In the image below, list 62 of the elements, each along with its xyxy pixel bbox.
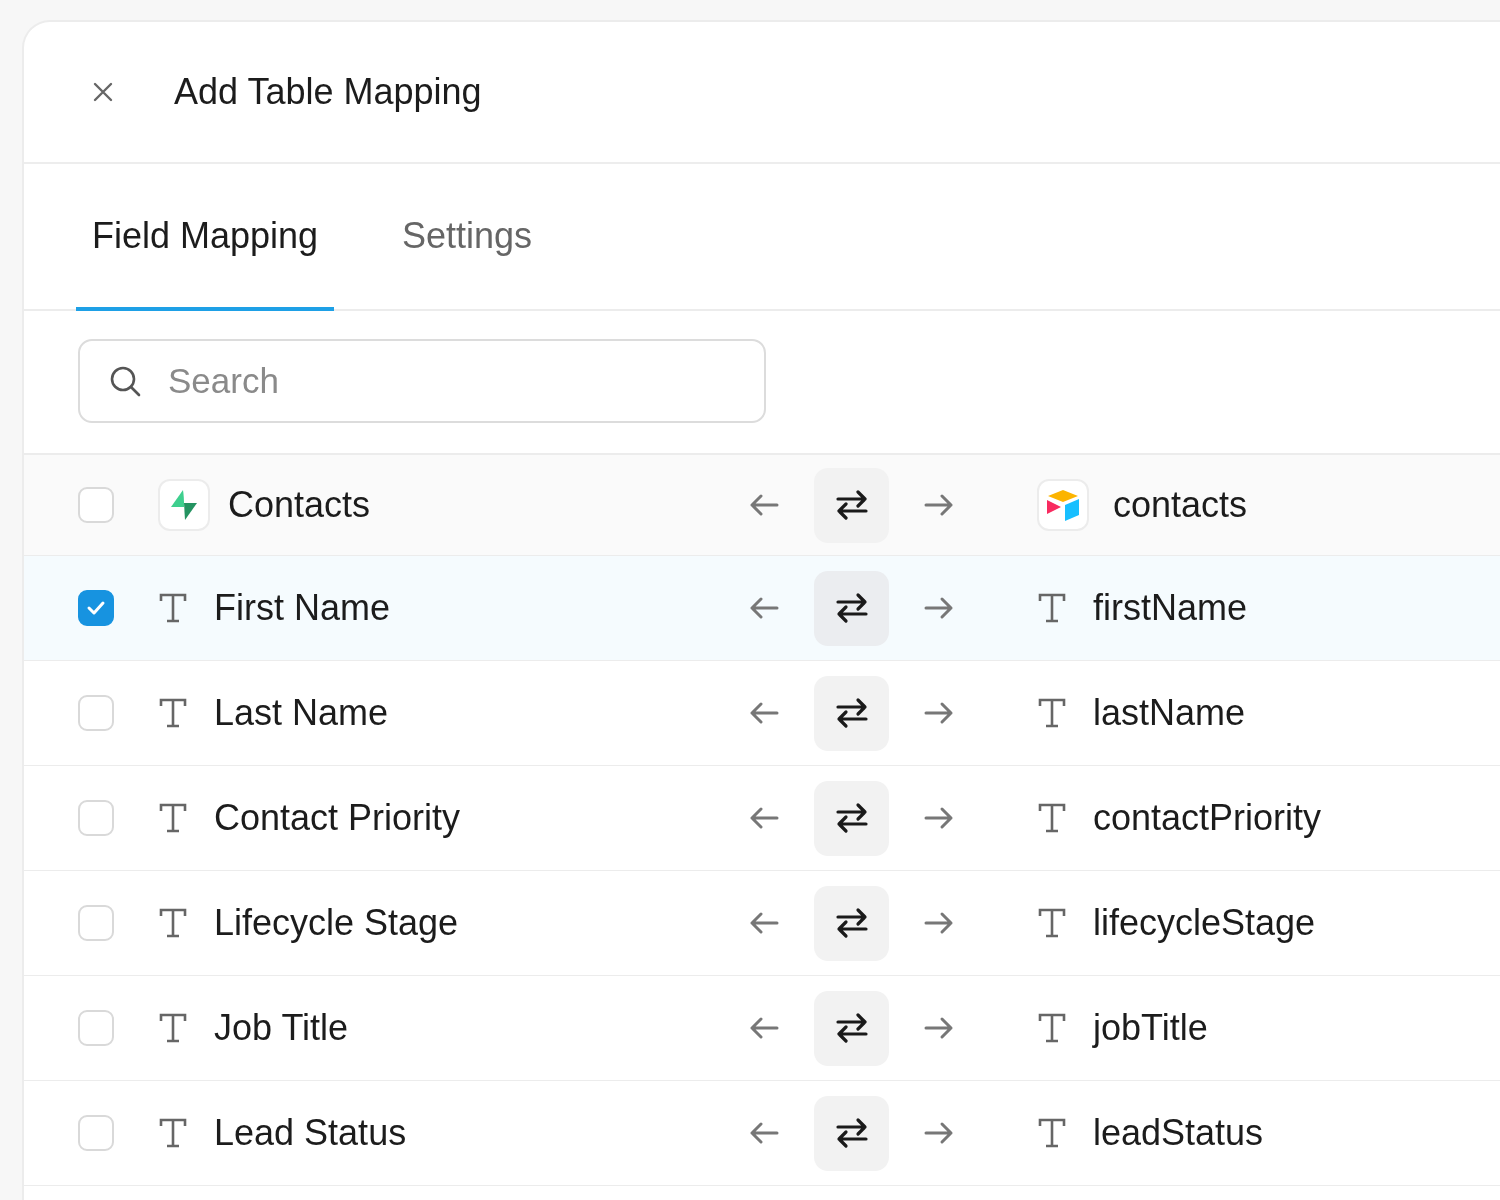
- source-table-name: Contacts: [228, 484, 371, 526]
- source-field-name: Job Title: [214, 1007, 349, 1049]
- swap-button[interactable]: [814, 780, 889, 856]
- text-type-icon: [158, 802, 188, 834]
- search-field[interactable]: Search: [78, 339, 766, 423]
- lightning-logo-icon: [158, 479, 210, 531]
- swap-button[interactable]: [814, 467, 889, 543]
- text-type-icon: [158, 907, 188, 939]
- left-arrow-icon: [748, 1016, 780, 1040]
- tab[interactable]: Settings: [342, 164, 592, 311]
- target-table-name: contacts: [1113, 484, 1248, 526]
- right-arrow-icon: [923, 493, 955, 517]
- left-arrow-icon: [748, 1121, 780, 1145]
- text-type-icon: [1037, 802, 1067, 834]
- swap-button[interactable]: [814, 1095, 889, 1171]
- left-arrow-icon: [748, 493, 780, 517]
- text-type-icon: [158, 1012, 188, 1044]
- swap-button[interactable]: [814, 990, 889, 1066]
- right-arrow-icon: [923, 596, 955, 620]
- swap-arrows-icon: [834, 592, 869, 624]
- tab[interactable]: Field Mapping: [76, 164, 334, 311]
- text-type-icon: [158, 697, 188, 729]
- text-type-icon: [158, 1117, 188, 1149]
- left-arrow-icon: [748, 701, 780, 725]
- left-arrow-icon: [748, 911, 780, 935]
- text-type-icon: [158, 592, 188, 624]
- left-arrow-icon: [748, 806, 780, 830]
- text-type-icon: [1037, 1117, 1067, 1149]
- swap-arrows-icon: [834, 1012, 869, 1044]
- source-field-name: Contact Priority: [214, 797, 461, 839]
- text-type-icon: [1037, 1012, 1067, 1044]
- source-field-name: Lead Status: [214, 1112, 407, 1154]
- source-field-name: First Name: [214, 587, 390, 629]
- source-field-name: Last Name: [214, 692, 389, 734]
- right-arrow-icon: [923, 911, 955, 935]
- swap-arrows-icon: [834, 802, 869, 834]
- target-field-name: lifecycleStage: [1093, 902, 1316, 944]
- swap-button[interactable]: [814, 885, 889, 961]
- text-type-icon: [1037, 697, 1067, 729]
- swap-arrows-icon: [834, 697, 869, 729]
- target-field-name: contactPriority: [1093, 797, 1322, 839]
- text-type-icon: [1037, 592, 1067, 624]
- search-icon: [108, 364, 142, 398]
- target-field-name: firstName: [1093, 587, 1248, 629]
- text-type-icon: [1037, 907, 1067, 939]
- target-field-name: jobTitle: [1093, 1007, 1208, 1049]
- swap-arrows-icon: [834, 1117, 869, 1149]
- swap-button[interactable]: [814, 570, 889, 646]
- right-arrow-icon: [923, 1121, 955, 1145]
- cube-logo-icon: [1037, 479, 1089, 531]
- checkbox[interactable]: [78, 590, 114, 626]
- right-arrow-icon: [923, 1016, 955, 1040]
- swap-arrows-icon: [834, 907, 869, 939]
- left-arrow-icon: [748, 596, 780, 620]
- swap-button[interactable]: [814, 675, 889, 751]
- dialog-title: Add Table Mapping: [174, 71, 482, 113]
- right-arrow-icon: [923, 701, 955, 725]
- right-arrow-icon: [923, 806, 955, 830]
- source-field-name: Lifecycle Stage: [214, 902, 459, 944]
- swap-arrows-icon: [834, 489, 869, 521]
- target-field-name: leadStatus: [1093, 1112, 1264, 1154]
- target-field-name: lastName: [1093, 692, 1246, 734]
